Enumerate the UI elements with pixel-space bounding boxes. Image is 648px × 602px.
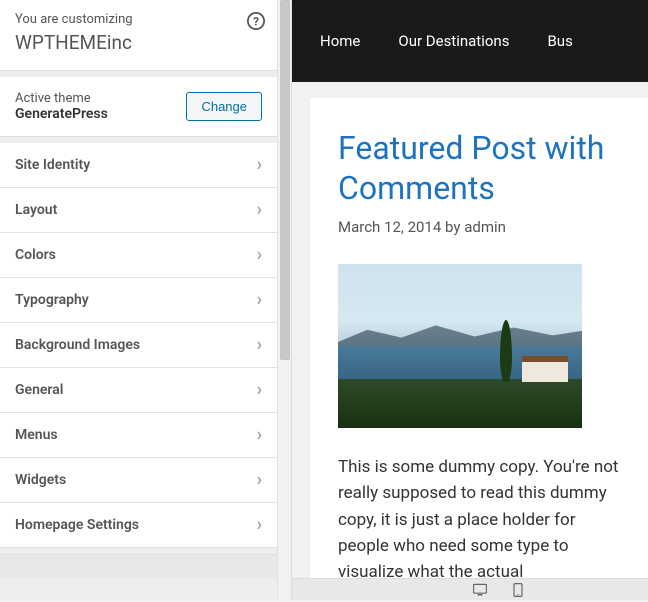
customizer-sidebar: ? You are customizing WPTHEMEinc Active …: [0, 0, 292, 600]
tablet-icon[interactable]: [510, 582, 526, 598]
change-theme-button[interactable]: Change: [186, 92, 262, 121]
section-typography[interactable]: Typography ›: [0, 278, 277, 323]
customizer-sections: Site Identity › Layout › Colors › Typogr…: [0, 143, 277, 548]
help-icon[interactable]: ?: [247, 12, 265, 30]
preview-nav: Home Our Destinations Bus: [292, 0, 648, 82]
section-layout[interactable]: Layout ›: [0, 188, 277, 233]
section-site-identity[interactable]: Site Identity ›: [0, 143, 277, 188]
post-featured-image[interactable]: [338, 264, 582, 428]
section-general[interactable]: General ›: [0, 368, 277, 413]
image-trees: [338, 379, 582, 428]
chevron-right-icon: ›: [257, 426, 262, 444]
svg-text:?: ?: [253, 15, 259, 29]
section-label: Menus: [15, 427, 58, 443]
section-label: Background Images: [15, 337, 140, 353]
active-theme-name: GeneratePress: [15, 106, 108, 122]
post-meta: March 12, 2014 by admin: [338, 218, 620, 236]
section-colors[interactable]: Colors ›: [0, 233, 277, 278]
post-body: This is some dummy copy. You're not real…: [338, 454, 620, 586]
desktop-icon[interactable]: [472, 582, 488, 598]
active-theme-label: Active theme: [15, 91, 108, 106]
active-theme-block: Active theme GeneratePress Change: [0, 77, 277, 137]
nav-item-destinations[interactable]: Our Destinations: [398, 32, 509, 50]
section-widgets[interactable]: Widgets ›: [0, 458, 277, 503]
section-label: General: [15, 382, 63, 398]
chevron-right-icon: ›: [257, 516, 262, 534]
section-label: Site Identity: [15, 157, 90, 173]
scrollbar-thumb[interactable]: [280, 0, 290, 360]
sidebar-scrollbar[interactable]: [277, 0, 291, 600]
device-preview-bar: [292, 578, 648, 600]
section-label: Widgets: [15, 472, 66, 488]
post-card: Featured Post with Comments March 12, 20…: [310, 98, 648, 600]
customizer-header: ? You are customizing WPTHEMEinc: [0, 0, 277, 71]
section-homepage-settings[interactable]: Homepage Settings ›: [0, 503, 277, 548]
section-background-images[interactable]: Background Images ›: [0, 323, 277, 368]
section-menus[interactable]: Menus ›: [0, 413, 277, 458]
chevron-right-icon: ›: [257, 336, 262, 354]
chevron-right-icon: ›: [257, 291, 262, 309]
section-label: Homepage Settings: [15, 517, 139, 533]
nav-item-bus[interactable]: Bus: [547, 32, 572, 50]
post-author[interactable]: admin: [464, 218, 506, 236]
customizer-site-title: WPTHEMEinc: [15, 31, 262, 54]
chevron-right-icon: ›: [257, 156, 262, 174]
sidebar-footer: [0, 554, 277, 578]
chevron-right-icon: ›: [257, 381, 262, 399]
post-title[interactable]: Featured Post with Comments: [338, 128, 620, 208]
image-villa: [522, 356, 568, 382]
chevron-right-icon: ›: [257, 471, 262, 489]
section-label: Layout: [15, 202, 57, 218]
post-date: March 12, 2014: [338, 218, 441, 236]
chevron-right-icon: ›: [257, 246, 262, 264]
customizer-subtitle: You are customizing: [15, 12, 262, 27]
section-label: Typography: [15, 292, 89, 308]
chevron-right-icon: ›: [257, 201, 262, 219]
nav-item-home[interactable]: Home: [320, 32, 360, 50]
preview-area: Home Our Destinations Bus Featured Post …: [292, 0, 648, 600]
section-label: Colors: [15, 247, 56, 263]
post-by: by: [445, 218, 460, 236]
